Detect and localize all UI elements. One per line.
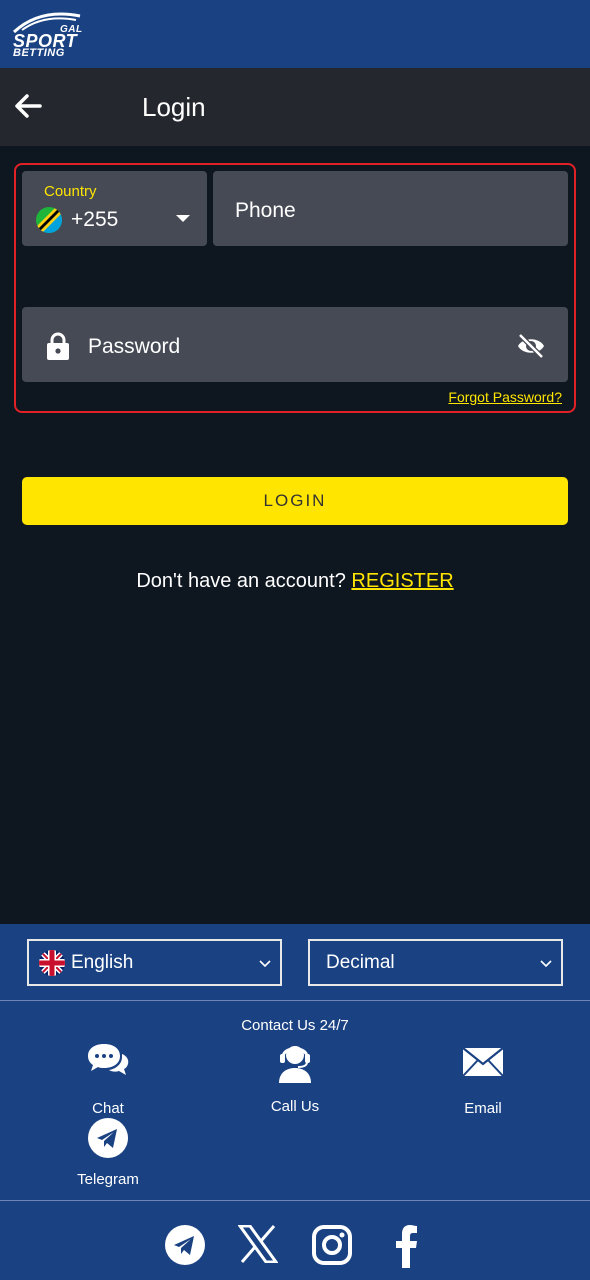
contact-title: Contact Us 24/7 bbox=[241, 1017, 349, 1034]
contact-email[interactable]: Email bbox=[433, 1040, 533, 1117]
phone-field[interactable] bbox=[213, 171, 568, 246]
facebook-icon[interactable] bbox=[393, 1224, 419, 1268]
contact-chat[interactable]: Chat bbox=[58, 1040, 158, 1117]
back-button[interactable] bbox=[12, 90, 44, 122]
chat-bubbles-icon bbox=[88, 1044, 129, 1075]
brand-bar: GAL SPORT BETTING bbox=[0, 0, 590, 68]
contact-telegram[interactable]: Telegram bbox=[58, 1117, 158, 1187]
contact-email-label: Email bbox=[464, 1100, 502, 1117]
instagram-icon[interactable] bbox=[311, 1224, 353, 1266]
password-input[interactable] bbox=[88, 333, 488, 361]
chevron-down-icon bbox=[259, 960, 271, 968]
arrow-left-icon bbox=[15, 94, 42, 118]
footer: English Decimal Contact Us 24/7 Chat Cal… bbox=[0, 924, 590, 1280]
password-field[interactable] bbox=[22, 307, 568, 382]
caret-down-icon bbox=[176, 215, 190, 222]
telegram-icon[interactable] bbox=[164, 1224, 206, 1266]
contact-telegram-label: Telegram bbox=[77, 1171, 139, 1187]
chevron-down-icon bbox=[540, 960, 552, 968]
envelope-icon bbox=[462, 1047, 504, 1077]
odds-format-select[interactable]: Decimal bbox=[308, 939, 563, 986]
country-label: Country bbox=[44, 183, 97, 200]
register-prompt-text: Don't have an account? bbox=[136, 570, 346, 592]
country-code-select[interactable]: Country +255 bbox=[22, 171, 207, 246]
headset-agent-icon bbox=[279, 1046, 311, 1083]
country-code-value: +255 bbox=[71, 208, 119, 231]
language-value: English bbox=[71, 952, 134, 973]
register-link[interactable]: REGISTER bbox=[351, 570, 453, 592]
contact-call-label: Call Us bbox=[270, 1098, 320, 1115]
footer-divider bbox=[0, 1200, 590, 1201]
register-prompt-row: Don't have an account? REGISTER bbox=[0, 570, 590, 593]
login-button[interactable]: LOGIN bbox=[22, 477, 568, 525]
phone-input[interactable] bbox=[235, 197, 555, 225]
x-icon[interactable] bbox=[238, 1225, 278, 1263]
forgot-password-link[interactable]: Forgot Password? bbox=[448, 389, 562, 405]
lock-icon bbox=[47, 332, 69, 360]
uk-flag-icon bbox=[39, 950, 65, 976]
language-select[interactable]: English bbox=[27, 939, 282, 986]
eye-off-icon[interactable] bbox=[516, 331, 546, 361]
page-header: Login bbox=[0, 68, 590, 146]
footer-divider bbox=[0, 1000, 590, 1001]
contact-call[interactable]: Call Us bbox=[245, 1040, 345, 1115]
telegram-icon bbox=[88, 1118, 128, 1158]
tanzania-flag-icon bbox=[36, 207, 62, 233]
odds-format-value: Decimal bbox=[326, 952, 395, 973]
page-title: Login bbox=[142, 92, 206, 122]
contact-chat-label: Chat bbox=[92, 1100, 124, 1117]
gal-sport-betting-logo[interactable]: GAL SPORT BETTING bbox=[10, 10, 94, 59]
logo-text-betting: BETTING bbox=[13, 47, 65, 59]
